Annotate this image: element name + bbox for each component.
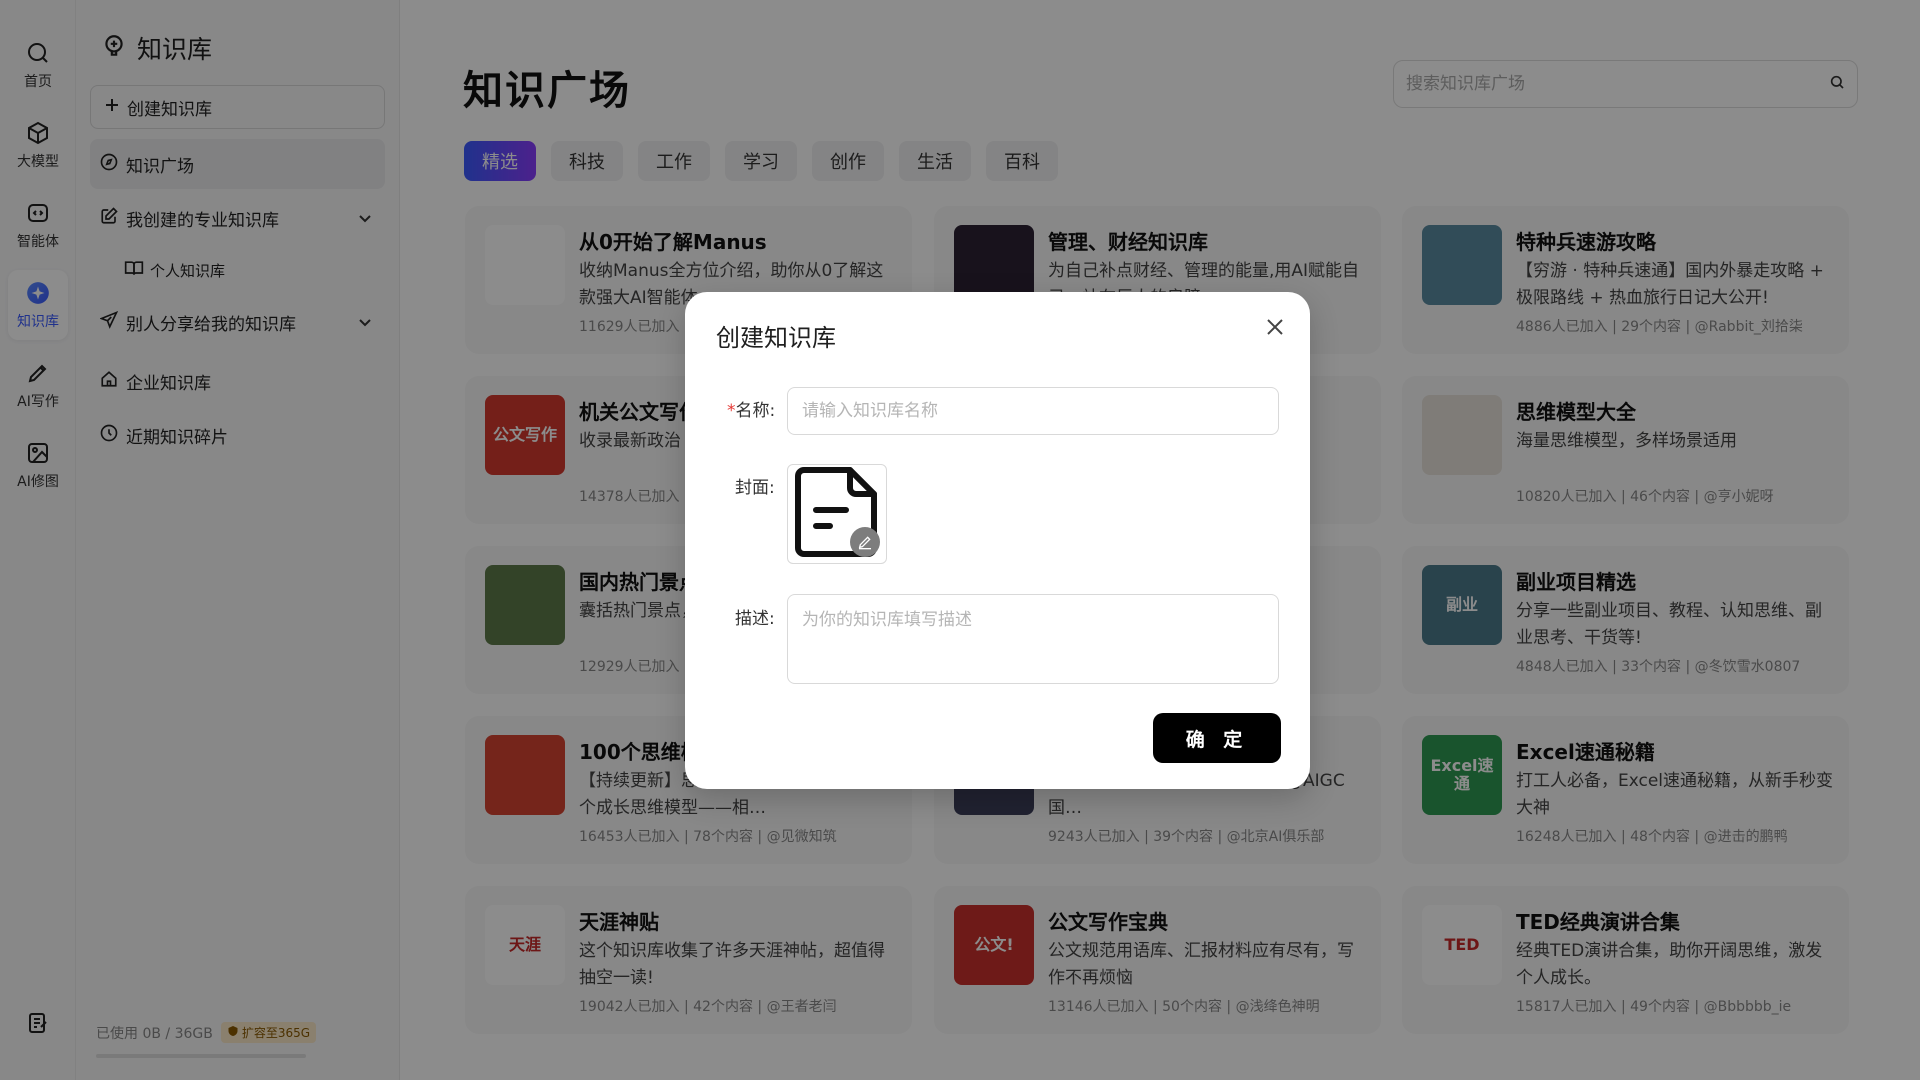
edit-cover-button[interactable]: [850, 527, 880, 557]
confirm-button[interactable]: 确 定: [1153, 713, 1281, 763]
cover-label: 封面:: [735, 478, 775, 498]
name-label: *名称:: [727, 396, 775, 421]
close-button[interactable]: [1262, 316, 1288, 342]
description-input[interactable]: [787, 594, 1279, 684]
create-knowledge-modal: 创建知识库 *名称: 封面: 描述: 确 定: [685, 292, 1310, 789]
modal-title: 创建知识库: [716, 324, 836, 352]
cover-picker[interactable]: [787, 464, 887, 564]
required-mark: *: [727, 401, 736, 421]
desc-label: 描述:: [735, 609, 775, 629]
name-label-text: 名称:: [735, 401, 776, 421]
name-input[interactable]: [787, 387, 1279, 435]
close-icon: [1265, 317, 1285, 341]
